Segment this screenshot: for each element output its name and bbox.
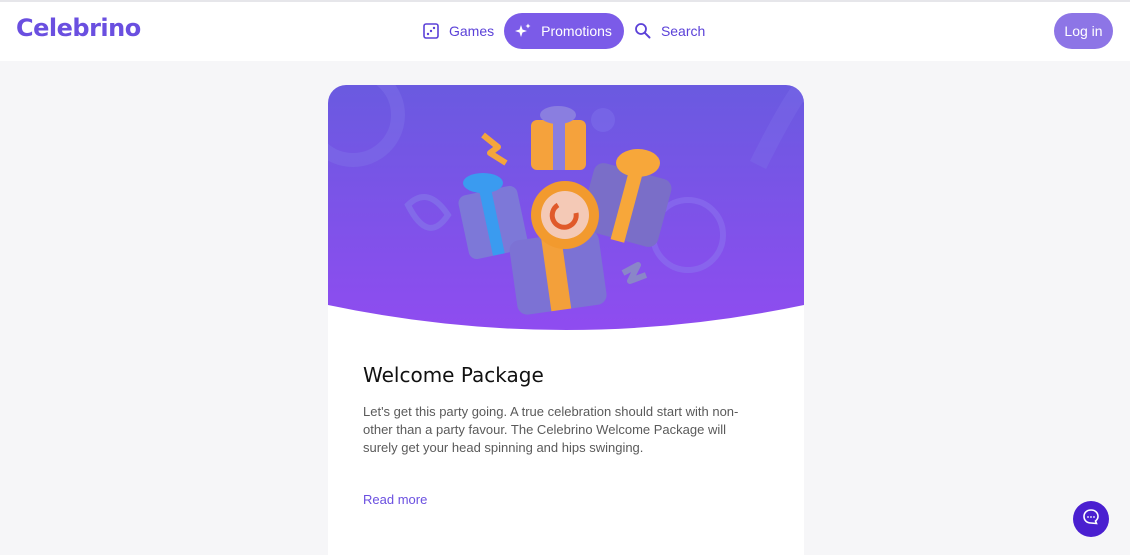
nav-item-label: Games xyxy=(449,23,495,39)
nav-item-promotions[interactable]: Promotions xyxy=(504,13,624,49)
sparkle-icon xyxy=(514,22,532,40)
search-icon xyxy=(634,22,652,40)
chat-button[interactable] xyxy=(1073,501,1109,537)
chat-bubble-icon xyxy=(1082,508,1100,531)
login-button[interactable]: Log in xyxy=(1054,13,1113,49)
read-more-link[interactable]: Read more xyxy=(363,492,427,507)
nav-item-label: Promotions xyxy=(541,23,612,39)
main-nav: Games Promotions Search xyxy=(414,13,713,49)
promo-title: Welcome Package xyxy=(363,363,544,387)
promo-card: Welcome Package Let's get this party goi… xyxy=(328,85,804,555)
top-header: Celebrino Games Promotions Search Log in xyxy=(0,2,1130,61)
dice-icon xyxy=(422,22,440,40)
nav-item-label: Search xyxy=(660,23,706,39)
nav-item-search[interactable]: Search xyxy=(626,13,713,49)
promo-hero-image xyxy=(328,85,804,330)
promo-description: Let's get this party going. A true celeb… xyxy=(363,404,739,455)
logo[interactable]: Celebrino xyxy=(16,14,141,42)
nav-item-games[interactable]: Games xyxy=(414,13,502,49)
